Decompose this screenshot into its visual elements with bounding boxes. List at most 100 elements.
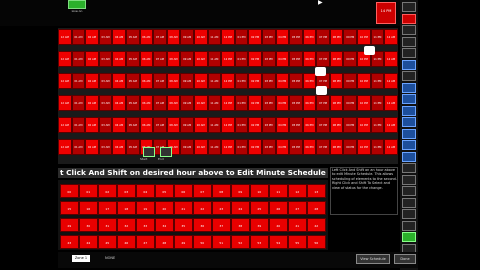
hour-cell[interactable]: 12 AM (384, 73, 398, 89)
hour-cell[interactable]: 08 PM (329, 73, 344, 89)
hour-cell[interactable]: 08 AM (166, 29, 181, 45)
hour-cell[interactable]: 11 PM (370, 73, 385, 89)
minute-cell[interactable]: 15 (60, 201, 79, 215)
live-toggle-button[interactable] (68, 0, 86, 9)
hour-cell[interactable]: 05 AM (125, 73, 140, 89)
hour-cell[interactable]: 12 AM (58, 139, 72, 155)
hour-cell[interactable]: 06 AM (139, 73, 154, 89)
minute-cell[interactable]: 43 (60, 235, 79, 249)
hour-cell[interactable]: 04 PM (275, 117, 290, 133)
hour-cell[interactable]: 08 PM (329, 95, 344, 111)
minute-cell[interactable]: 38 (231, 218, 250, 232)
hour-cell[interactable]: 05 AM (125, 51, 140, 67)
minute-cell[interactable]: 41 (288, 218, 307, 232)
hour-cell[interactable]: 12 AM (384, 139, 398, 155)
sidebar-button[interactable] (402, 232, 416, 242)
hour-cell[interactable]: 11 AM (207, 29, 222, 45)
hour-cell[interactable]: 03 PM (261, 117, 276, 133)
hour-cell[interactable]: 10 AM (193, 51, 208, 67)
sidebar-button[interactable] (402, 220, 416, 231)
hour-cell[interactable]: 08 AM (166, 73, 181, 89)
hour-cell[interactable]: 09 PM (343, 29, 358, 45)
hour-cell[interactable]: 07 AM (153, 51, 167, 67)
hour-cell[interactable]: 12 AM (384, 117, 398, 133)
sidebar-button[interactable] (402, 94, 416, 104)
hour-cell[interactable]: 10 PM (357, 117, 371, 133)
minute-cell[interactable]: 50 (193, 235, 212, 249)
minute-cell[interactable]: 22 (193, 201, 212, 215)
minute-cell[interactable]: 23 (212, 201, 231, 215)
hour-cell[interactable]: 12 PM (221, 51, 235, 67)
hour-cell[interactable]: 01 PM (234, 29, 249, 45)
sidebar-button[interactable] (402, 163, 416, 173)
hour-cell[interactable]: 02 AM (85, 29, 99, 45)
minute-cell[interactable]: 10 (250, 184, 269, 198)
hour-cell[interactable]: 11 PM (370, 117, 385, 133)
sidebar-button[interactable] (402, 105, 416, 116)
hour-cell[interactable]: 10 PM (357, 73, 371, 89)
minute-cell[interactable]: 46 (117, 235, 136, 249)
hour-cell[interactable]: 11 AM (207, 73, 222, 89)
hour-cell[interactable]: 03 AM (98, 117, 113, 133)
minute-cell[interactable]: 13 (307, 184, 326, 198)
hour-cell[interactable]: 10 AM (193, 95, 208, 111)
hour-cell[interactable]: 12 AM (384, 29, 398, 45)
minute-cell[interactable]: 12 (288, 184, 307, 198)
hour-cell[interactable]: 01 PM (234, 117, 249, 133)
minute-cell[interactable]: 07 (193, 184, 212, 198)
hour-cell[interactable]: 08 PM (329, 29, 344, 45)
hour-cell[interactable]: 02 AM (85, 73, 99, 89)
sidebar-button[interactable] (402, 186, 416, 196)
minute-cell[interactable]: 18 (117, 201, 136, 215)
hour-cell[interactable]: 11 AM (207, 51, 222, 67)
hour-cell[interactable]: 09 AM (180, 95, 194, 111)
minute-cell[interactable]: 54 (269, 235, 288, 249)
hour-cell[interactable]: 03 PM (261, 51, 276, 67)
hour-cell[interactable]: 03 PM (261, 29, 276, 45)
hour-cell[interactable]: 06 AM (139, 29, 154, 45)
minute-cell[interactable]: 39 (250, 218, 269, 232)
hour-cell[interactable]: 08 AM (166, 51, 181, 67)
minute-cell[interactable]: 28 (307, 201, 326, 215)
hour-cell[interactable]: 04 AM (112, 29, 126, 45)
hour-cell[interactable]: 06 AM (139, 51, 154, 67)
sidebar-button[interactable] (402, 140, 416, 150)
hour-cell[interactable]: 10 AM (193, 29, 208, 45)
minute-cell[interactable]: 34 (155, 218, 174, 232)
minute-cell[interactable]: 30 (79, 218, 98, 232)
minute-cell[interactable]: 45 (98, 235, 117, 249)
hour-cell[interactable]: 01 AM (71, 73, 86, 89)
hour-cell[interactable]: 07 PM (316, 95, 330, 111)
hour-cell[interactable]: 08 PM (329, 139, 344, 155)
minute-cell[interactable]: 01 (79, 184, 98, 198)
hour-cell[interactable]: 07 PM (316, 117, 330, 133)
sidebar-button[interactable] (402, 71, 416, 81)
hour-cell[interactable]: 02 AM (85, 51, 99, 67)
hour-cell[interactable]: 05 AM (125, 29, 140, 45)
hour-cell[interactable]: 01 AM (71, 29, 86, 45)
hour-cell[interactable]: 07 AM (153, 73, 167, 89)
hour-cell[interactable]: 11 AM (207, 95, 222, 111)
hour-cell[interactable]: 06 AM (139, 95, 154, 111)
hour-cell[interactable]: 03 PM (261, 95, 276, 111)
hour-cell[interactable]: 10 PM (357, 29, 371, 45)
minute-cell[interactable]: 44 (79, 235, 98, 249)
hour-cell[interactable]: 01 PM (234, 73, 249, 89)
hour-cell[interactable]: 04 AM (112, 95, 126, 111)
hour-cell[interactable]: 04 AM (112, 139, 126, 155)
sidebar-button[interactable] (402, 197, 416, 208)
sidebar-button[interactable] (402, 128, 416, 139)
record-button[interactable] (376, 2, 396, 24)
minute-cell[interactable]: 49 (174, 235, 193, 249)
hour-cell[interactable]: 04 PM (275, 29, 290, 45)
hour-cell[interactable]: 12 PM (221, 117, 235, 133)
hour-cell[interactable]: 02 PM (248, 29, 262, 45)
hour-cell[interactable]: 10 AM (193, 139, 208, 155)
hour-cell[interactable]: 01 AM (71, 51, 86, 67)
hour-cell[interactable]: 10 PM (357, 95, 371, 111)
hour-cell[interactable]: 06 PM (302, 95, 317, 111)
sidebar-button[interactable] (402, 13, 416, 24)
sidebar-button[interactable] (402, 36, 416, 47)
minute-cell[interactable]: 47 (136, 235, 155, 249)
hour-cell[interactable]: 04 PM (275, 73, 290, 89)
